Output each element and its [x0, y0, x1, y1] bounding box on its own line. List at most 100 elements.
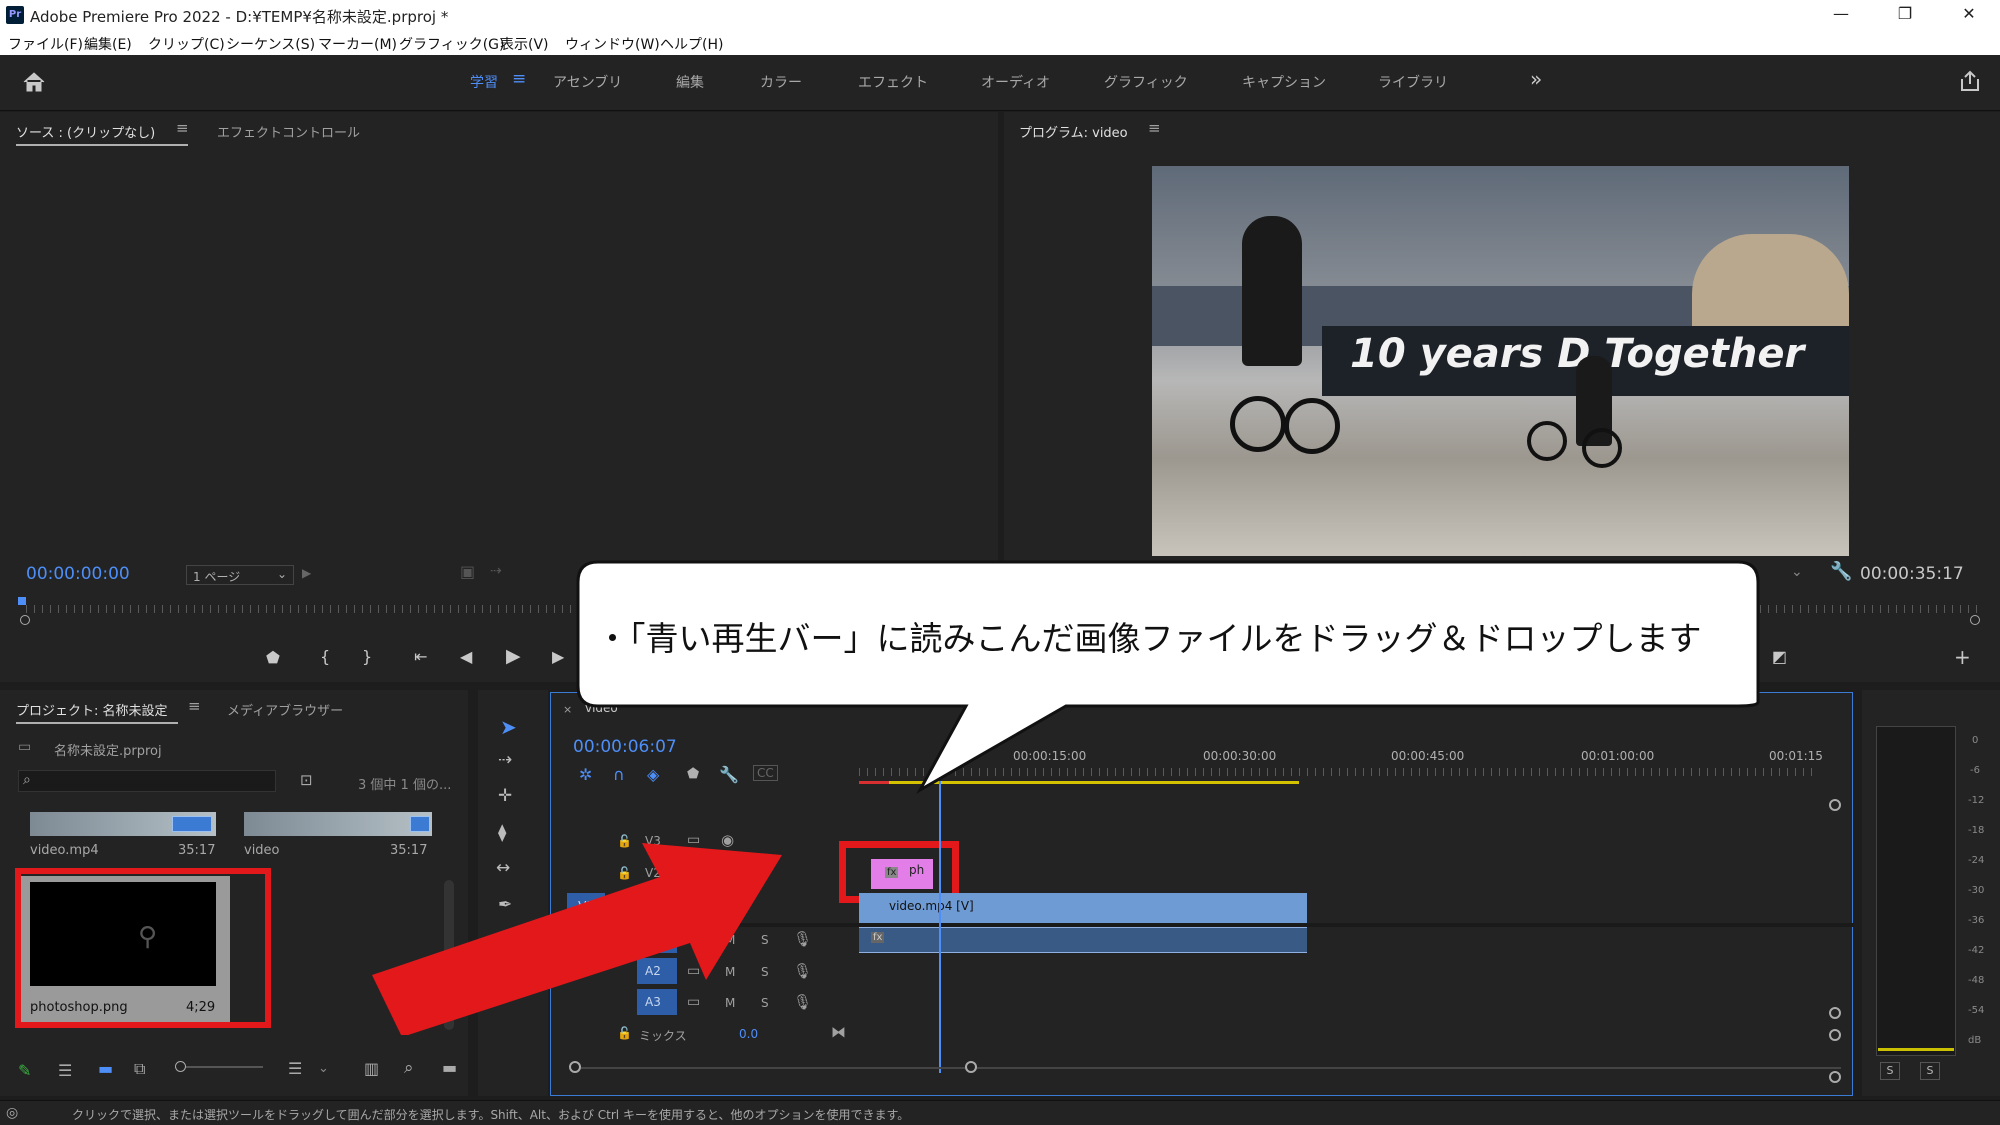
workspace-effects[interactable]: エフェクト	[858, 72, 928, 92]
mark-in-icon[interactable]: {	[320, 647, 330, 666]
workspace-captions[interactable]: キャプション	[1242, 72, 1326, 92]
source-timecode[interactable]: 00:00:00:00	[26, 564, 130, 584]
list-view-icon[interactable]: ☰	[58, 1061, 72, 1080]
bike-wheel	[1582, 428, 1622, 468]
compare-icon[interactable]: ◩	[1772, 647, 1787, 666]
scroll-handle[interactable]	[965, 1061, 977, 1073]
share-icon[interactable]	[1958, 69, 1982, 93]
wrench-icon[interactable]: 🔧	[1830, 561, 1852, 582]
zoom-slider[interactable]	[175, 1066, 263, 1068]
icon-view-icon[interactable]: ▬	[98, 1059, 113, 1078]
scroll-handle[interactable]	[1829, 1029, 1841, 1041]
workspace-menu-icon[interactable]: ≡	[512, 69, 526, 89]
menu-marker[interactable]: マーカー(M)	[318, 34, 397, 54]
menu-file[interactable]: ファイル(F)	[8, 34, 83, 54]
tab-program[interactable]: プログラム: video	[1019, 122, 1128, 141]
program-video-frame[interactable]: 10 years D Together	[1152, 166, 1849, 556]
restore-button[interactable]: ❐	[1890, 4, 1920, 23]
red-arrow-annotation	[372, 843, 782, 1035]
workspace-assembly[interactable]: アセンブリ	[553, 72, 622, 92]
clip-a1-audio[interactable]: fx	[859, 927, 1307, 953]
workspace-graphics[interactable]: グラフィック	[1104, 72, 1188, 92]
zoom-slider-handle[interactable]	[175, 1061, 186, 1072]
new-bin-icon[interactable]: ▬	[442, 1058, 457, 1077]
track-select-tool-icon[interactable]: ⇢	[498, 750, 512, 770]
zoom-handle[interactable]	[1970, 615, 1980, 625]
new-bin-icon[interactable]: ⊡	[300, 771, 313, 789]
scroll-handle[interactable]	[1829, 1007, 1841, 1019]
solo-right-button[interactable]: S	[1920, 1062, 1940, 1080]
go-to-in-icon[interactable]: ⇤	[414, 647, 427, 666]
scroll-handle[interactable]	[1829, 1071, 1841, 1083]
selection-tool-icon[interactable]: ➤	[500, 715, 517, 739]
tab-effect-controls[interactable]: エフェクトコントロール	[217, 122, 360, 141]
minimize-button[interactable]: —	[1826, 4, 1856, 23]
menu-view[interactable]: 表示(V)	[500, 34, 549, 54]
play-arrow-icon[interactable]: ▶	[302, 566, 311, 580]
add-button-icon[interactable]: +	[1954, 645, 1971, 669]
add-marker-icon[interactable]: ⬟	[266, 648, 280, 667]
chevron-down-icon[interactable]: ⌄	[1791, 564, 1803, 580]
step-back-icon[interactable]: ◀	[460, 647, 472, 666]
menu-bar: ファイル(F) 編集(E) クリップ(C) シーケンス(S) マーカー(M) グ…	[0, 30, 2000, 55]
project-item-name: video.mp4	[30, 843, 99, 858]
close-tab-icon[interactable]: ×	[563, 703, 572, 716]
search-icon: ⌕	[23, 772, 31, 788]
settings-box-icon[interactable]: ▣	[460, 562, 475, 581]
bike-wheel	[1284, 398, 1340, 454]
workspace-audio[interactable]: オーディオ	[981, 72, 1050, 92]
microphone-icon[interactable]: 🎙	[793, 930, 812, 948]
tab-source[interactable]: ソース : (クリップなし)	[16, 122, 155, 141]
play-button-icon[interactable]: ▶	[506, 645, 521, 667]
chevron-down-icon: ⌄	[276, 567, 287, 581]
program-menu-icon[interactable]: ≡	[1148, 119, 1161, 137]
scroll-handle[interactable]	[569, 1061, 581, 1073]
search-icon[interactable]: ⌕	[404, 1058, 414, 1078]
project-menu-icon[interactable]: ≡	[188, 697, 201, 715]
microphone-icon[interactable]: 🎙	[793, 962, 812, 980]
workspace-learn[interactable]: 学習	[470, 72, 498, 92]
close-button[interactable]: ✕	[1954, 4, 1984, 23]
more-workspaces-icon[interactable]: »	[1530, 67, 1542, 91]
playhead-line[interactable]	[939, 781, 941, 1073]
zoom-handle[interactable]	[20, 615, 30, 625]
menu-sequence[interactable]: シーケンス(S)	[226, 34, 315, 54]
status-text: クリックで選択、または選択ツールをドラッグして囲んだ部分を選択します。Shift…	[72, 1108, 910, 1122]
workspace-color[interactable]: カラー	[760, 72, 802, 92]
ripple-edit-tool-icon[interactable]: ✛	[498, 786, 512, 806]
menu-help[interactable]: ヘルプ(H)	[660, 34, 723, 54]
timeline-vertical-scrollbar[interactable]	[1829, 793, 1841, 1083]
scroll-handle[interactable]	[1829, 799, 1841, 811]
ruler-label: 00:01:15	[1769, 749, 1823, 763]
menu-window[interactable]: ウィンドウ(W)	[565, 34, 660, 54]
workspace-libraries[interactable]: ライブラリ	[1378, 72, 1448, 92]
step-forward-icon[interactable]: ▶	[552, 647, 564, 666]
chevron-down-icon[interactable]: ⌄	[318, 1061, 329, 1076]
freeform-view-icon[interactable]: ⧉	[134, 1059, 145, 1079]
pencil-icon[interactable]: ✎	[18, 1061, 31, 1080]
project-search-input[interactable]: ⌕	[18, 770, 276, 792]
home-icon[interactable]	[22, 71, 46, 93]
clip-v1-video[interactable]: video.mp4 [V]	[859, 893, 1307, 923]
source-menu-icon[interactable]: ≡	[176, 119, 189, 137]
automate-icon[interactable]: ▥	[364, 1059, 379, 1078]
microphone-icon[interactable]: 🎙	[793, 993, 812, 1011]
tab-media-browser[interactable]: メディアブラウザー	[227, 700, 343, 719]
timeline-horizontal-scrollbar[interactable]	[571, 1067, 1841, 1069]
clip-v1-label: video.mp4 [V]	[889, 899, 974, 913]
menu-clip[interactable]: クリップ(C)	[148, 34, 225, 54]
insert-icon[interactable]: ⇢	[490, 563, 502, 579]
sort-icon[interactable]: ☰	[288, 1059, 302, 1078]
solo-left-button[interactable]: S	[1880, 1062, 1900, 1080]
mark-out-icon[interactable]: }	[362, 647, 372, 666]
callout-text: ・「青い再生バー」に読みこんだ画像ファイルをドラッグ＆ドロップします	[596, 619, 1702, 658]
menu-edit[interactable]: 編集(E)	[84, 34, 132, 54]
source-playhead[interactable]	[18, 597, 26, 605]
program-ruler[interactable]	[1728, 605, 1980, 613]
tab-project[interactable]: プロジェクト: 名称未設定	[16, 700, 168, 719]
menu-graphic[interactable]: グラフィック(G)	[399, 34, 505, 54]
project-tab-underline	[16, 722, 178, 724]
go-to-icon[interactable]: ⧓	[831, 1023, 846, 1041]
workspace-edit[interactable]: 編集	[676, 72, 704, 92]
source-page-select[interactable]: 1 ページ ⌄	[186, 565, 294, 585]
